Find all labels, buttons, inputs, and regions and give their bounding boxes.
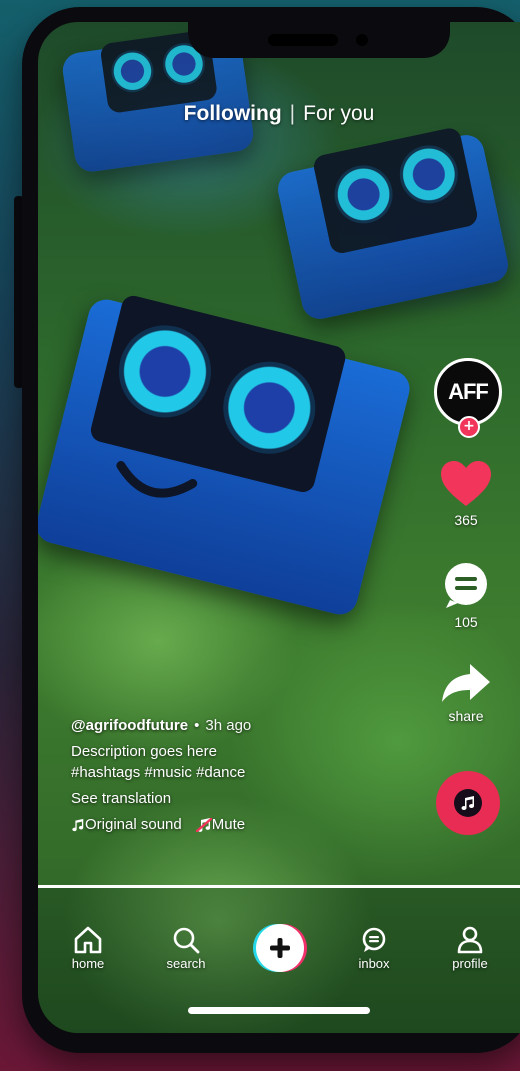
robot-figure (274, 126, 512, 323)
tab-separator: | (289, 102, 296, 125)
nav-home[interactable]: home (48, 926, 128, 971)
caption-description: Description goes here #hashtags #music #… (71, 742, 411, 783)
robot-eye (394, 140, 464, 209)
mute-label: Mute (211, 816, 246, 833)
hashtags-text[interactable]: #hashtags #music #dance (71, 763, 411, 783)
plus-icon (270, 938, 290, 958)
music-disc-button[interactable] (436, 771, 500, 835)
robot-eye (329, 160, 398, 229)
music-disc-center (454, 789, 482, 817)
share-label: share (448, 708, 484, 724)
robot-smile (116, 461, 198, 498)
home-indicator (188, 1007, 370, 1014)
comment-icon (445, 563, 487, 608)
original-sound-link[interactable]: Original sound (71, 815, 182, 835)
share-button[interactable]: share (426, 662, 506, 724)
creator-handle[interactable]: @agrifoodfuture (71, 717, 188, 734)
post-time: 3h ago (205, 717, 252, 734)
robot-eye (213, 351, 326, 464)
nav-profile[interactable]: profile (430, 926, 510, 971)
sound-row: Original sound Mute (71, 815, 411, 835)
description-text: Description goes here (71, 743, 217, 761)
nav-home-label: home (71, 956, 105, 971)
robot-eye (109, 315, 221, 428)
music-note-icon (72, 819, 84, 832)
like-count: 365 (454, 512, 478, 528)
notch-camera (356, 34, 368, 46)
tab-following[interactable]: Following (184, 102, 282, 125)
comment-count: 105 (454, 614, 478, 630)
comment-button[interactable]: 105 (426, 562, 506, 630)
caption-dot: • (194, 717, 200, 734)
phone-screen: Following | For you AFF + 365 105 share (38, 22, 520, 1033)
original-sound-label: Original sound (85, 816, 182, 833)
phone-notch (188, 22, 450, 58)
create-button[interactable] (256, 924, 304, 972)
inbox-icon (362, 927, 386, 952)
mute-button[interactable]: Mute (195, 815, 246, 835)
robot-figure (38, 293, 414, 619)
avatar-text: AFF (448, 379, 489, 404)
search-icon (173, 927, 200, 954)
nav-profile-label: profile (452, 956, 488, 971)
like-button[interactable]: 365 (426, 460, 506, 528)
home-icon (74, 926, 102, 954)
share-arrow-icon (442, 664, 490, 702)
mute-icon (195, 818, 212, 833)
caption-header: @agrifoodfuture • 3h ago (71, 716, 411, 736)
feed-tabs: Following | For you (38, 102, 520, 126)
notch-speaker (268, 34, 338, 46)
see-translation-link[interactable]: See translation (71, 789, 411, 809)
robot-face (311, 126, 480, 256)
heart-icon (441, 461, 491, 506)
profile-icon (457, 926, 483, 954)
follow-button[interactable]: + (458, 416, 480, 438)
nav-search[interactable]: search (146, 926, 226, 971)
music-note-icon (461, 796, 475, 811)
bottom-nav: home search inbox profile (38, 888, 520, 1033)
video-caption: @agrifoodfuture • 3h ago Description goes … (71, 716, 411, 835)
tab-for-you[interactable]: For you (303, 102, 374, 125)
nav-search-label: search (166, 956, 206, 971)
nav-inbox[interactable]: inbox (334, 926, 414, 971)
robot-eye (108, 47, 157, 95)
nav-inbox-label: inbox (358, 956, 390, 971)
